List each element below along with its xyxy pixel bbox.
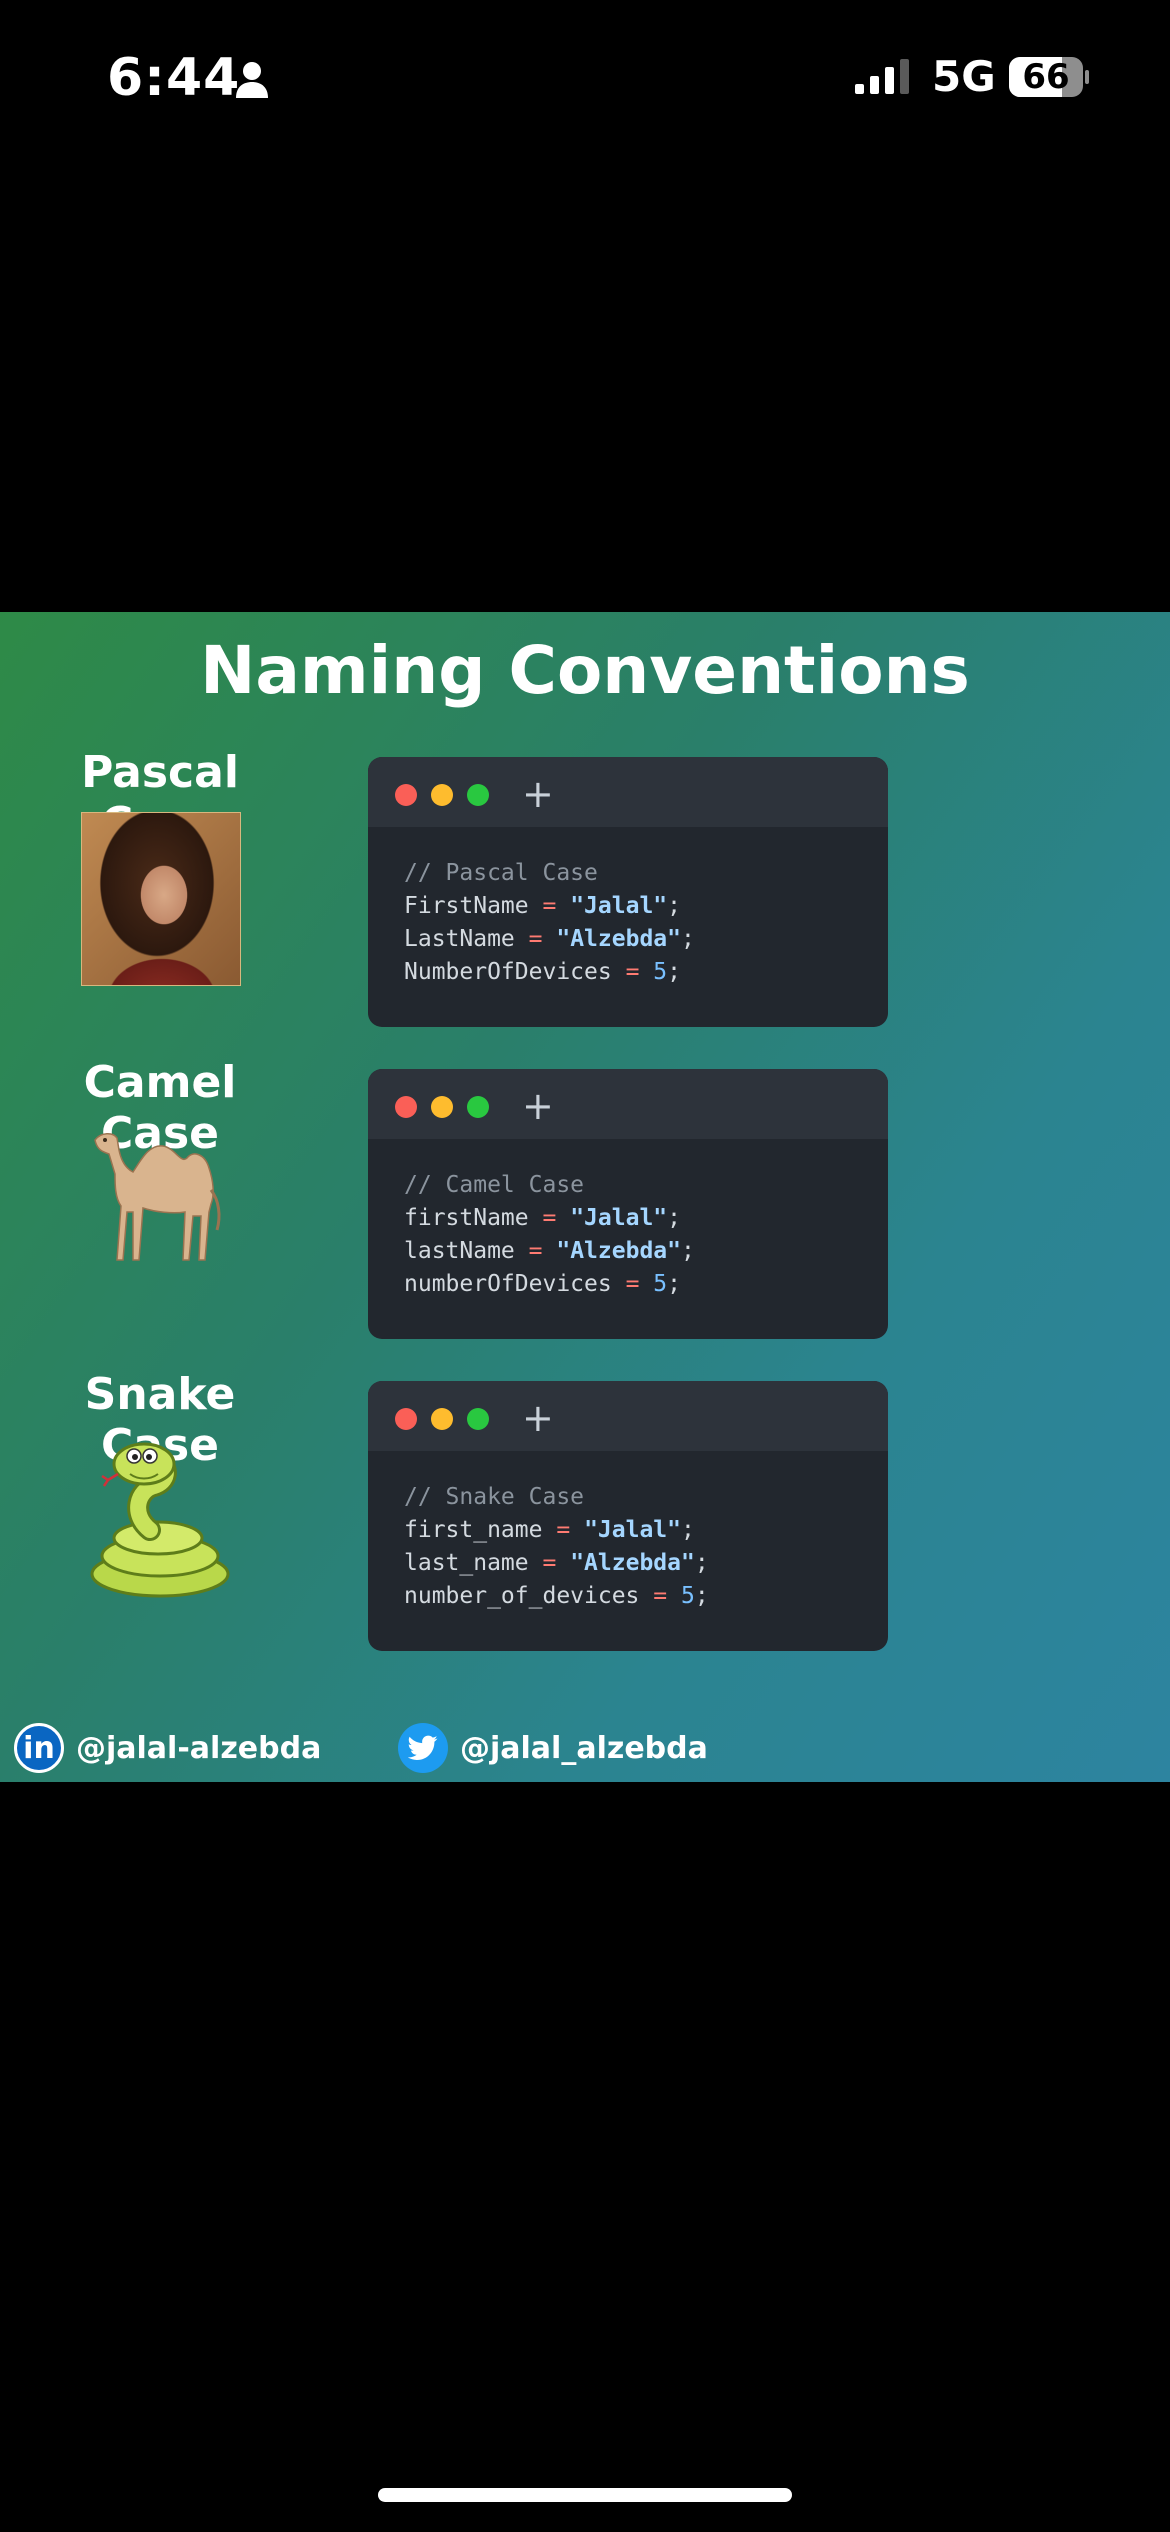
code-semicolon: ; — [680, 926, 695, 952]
battery-level: 66 — [1022, 57, 1070, 97]
code-operator: = — [542, 893, 557, 919]
code-block: // Pascal Case FirstName = "Jalal"; Last… — [404, 857, 874, 989]
code-string: "Alzebda" — [556, 1238, 681, 1264]
code-string: "Jalal" — [570, 1205, 668, 1231]
code-identifier: numberOfDevices — [404, 1271, 612, 1297]
poster-title: Naming Conventions — [200, 632, 970, 709]
status-time: 6:44 — [107, 48, 241, 108]
plus-icon: + — [522, 1396, 554, 1440]
code-semicolon: ; — [694, 1550, 709, 1576]
close-dot-icon — [395, 784, 417, 806]
code-window-snake: + // Snake Case first_name = "Jalal"; la… — [368, 1381, 888, 1651]
code-comment: // Pascal Case — [404, 860, 598, 886]
window-title-bar: + — [368, 1069, 888, 1139]
linkedin-link[interactable]: in @jalal-alzebda — [14, 1720, 321, 1776]
status-bar: 6:44 5G 66 — [0, 0, 1170, 150]
code-identifier: lastName — [404, 1238, 515, 1264]
close-dot-icon — [395, 1408, 417, 1430]
code-block: // Snake Case first_name = "Jalal"; last… — [404, 1481, 874, 1613]
minimize-dot-icon — [431, 784, 453, 806]
code-identifier: LastName — [404, 926, 515, 952]
linkedin-handle: @jalal-alzebda — [76, 1730, 322, 1766]
close-dot-icon — [395, 1096, 417, 1118]
code-semicolon: ; — [667, 893, 681, 919]
code-semicolon: ; — [667, 1205, 681, 1231]
plus-icon: + — [522, 1084, 554, 1128]
minimize-dot-icon — [431, 1408, 453, 1430]
twitter-icon — [398, 1723, 448, 1773]
code-semicolon: ; — [694, 1583, 709, 1609]
code-string: "Jalal" — [584, 1517, 681, 1543]
twitter-link[interactable]: @jalal_alzebda — [398, 1720, 708, 1776]
code-identifier: first_name — [404, 1517, 543, 1543]
linkedin-icon: in — [14, 1723, 64, 1773]
code-operator: = — [625, 959, 640, 985]
code-string: "Alzebda" — [556, 926, 681, 952]
snake-image — [90, 1442, 230, 1598]
portrait-image — [81, 812, 241, 986]
person-icon — [236, 62, 268, 98]
code-operator: = — [528, 926, 543, 952]
code-operator: = — [625, 1271, 640, 1297]
code-comment: // Snake Case — [404, 1484, 585, 1510]
maximize-dot-icon — [467, 1408, 489, 1430]
minimize-dot-icon — [431, 1096, 453, 1118]
naming-conventions-poster: Naming Conventions Pascal Case + // Pasc… — [0, 612, 1170, 1782]
code-identifier: FirstName — [404, 893, 529, 919]
code-identifier: NumberOfDevices — [404, 959, 612, 985]
camel-image — [94, 1133, 221, 1261]
window-title-bar: + — [368, 1381, 888, 1451]
code-block: // Camel Case firstName = "Jalal"; lastN… — [404, 1169, 874, 1301]
maximize-dot-icon — [467, 784, 489, 806]
code-string: "Jalal" — [570, 893, 668, 919]
code-operator: = — [542, 1550, 557, 1576]
code-identifier: number_of_devices — [404, 1583, 640, 1609]
code-string: "Alzebda" — [570, 1550, 695, 1576]
code-operator: = — [556, 1517, 571, 1543]
signal-icon — [855, 59, 909, 94]
window-title-bar: + — [368, 757, 888, 827]
code-semicolon: ; — [667, 959, 682, 985]
code-semicolon: ; — [681, 1517, 695, 1543]
code-operator: = — [542, 1205, 557, 1231]
plus-icon: + — [522, 772, 554, 816]
home-indicator[interactable] — [378, 2488, 792, 2502]
code-window-camel: + // Camel Case firstName = "Jalal"; las… — [368, 1069, 888, 1339]
code-number: 5 — [653, 959, 668, 985]
code-operator: = — [528, 1238, 543, 1264]
code-window-pascal: + // Pascal Case FirstName = "Jalal"; La… — [368, 757, 888, 1027]
code-number: 5 — [680, 1583, 695, 1609]
code-identifier: last_name — [404, 1550, 529, 1576]
code-operator: = — [653, 1583, 668, 1609]
code-number: 5 — [653, 1271, 668, 1297]
network-type: 5G — [932, 52, 996, 101]
code-identifier: firstName — [404, 1205, 529, 1231]
code-semicolon: ; — [680, 1238, 695, 1264]
twitter-handle: @jalal_alzebda — [460, 1730, 708, 1766]
twitter-bird-icon — [408, 1735, 438, 1760]
code-comment: // Camel Case — [404, 1172, 585, 1198]
code-semicolon: ; — [667, 1271, 682, 1297]
maximize-dot-icon — [467, 1096, 489, 1118]
